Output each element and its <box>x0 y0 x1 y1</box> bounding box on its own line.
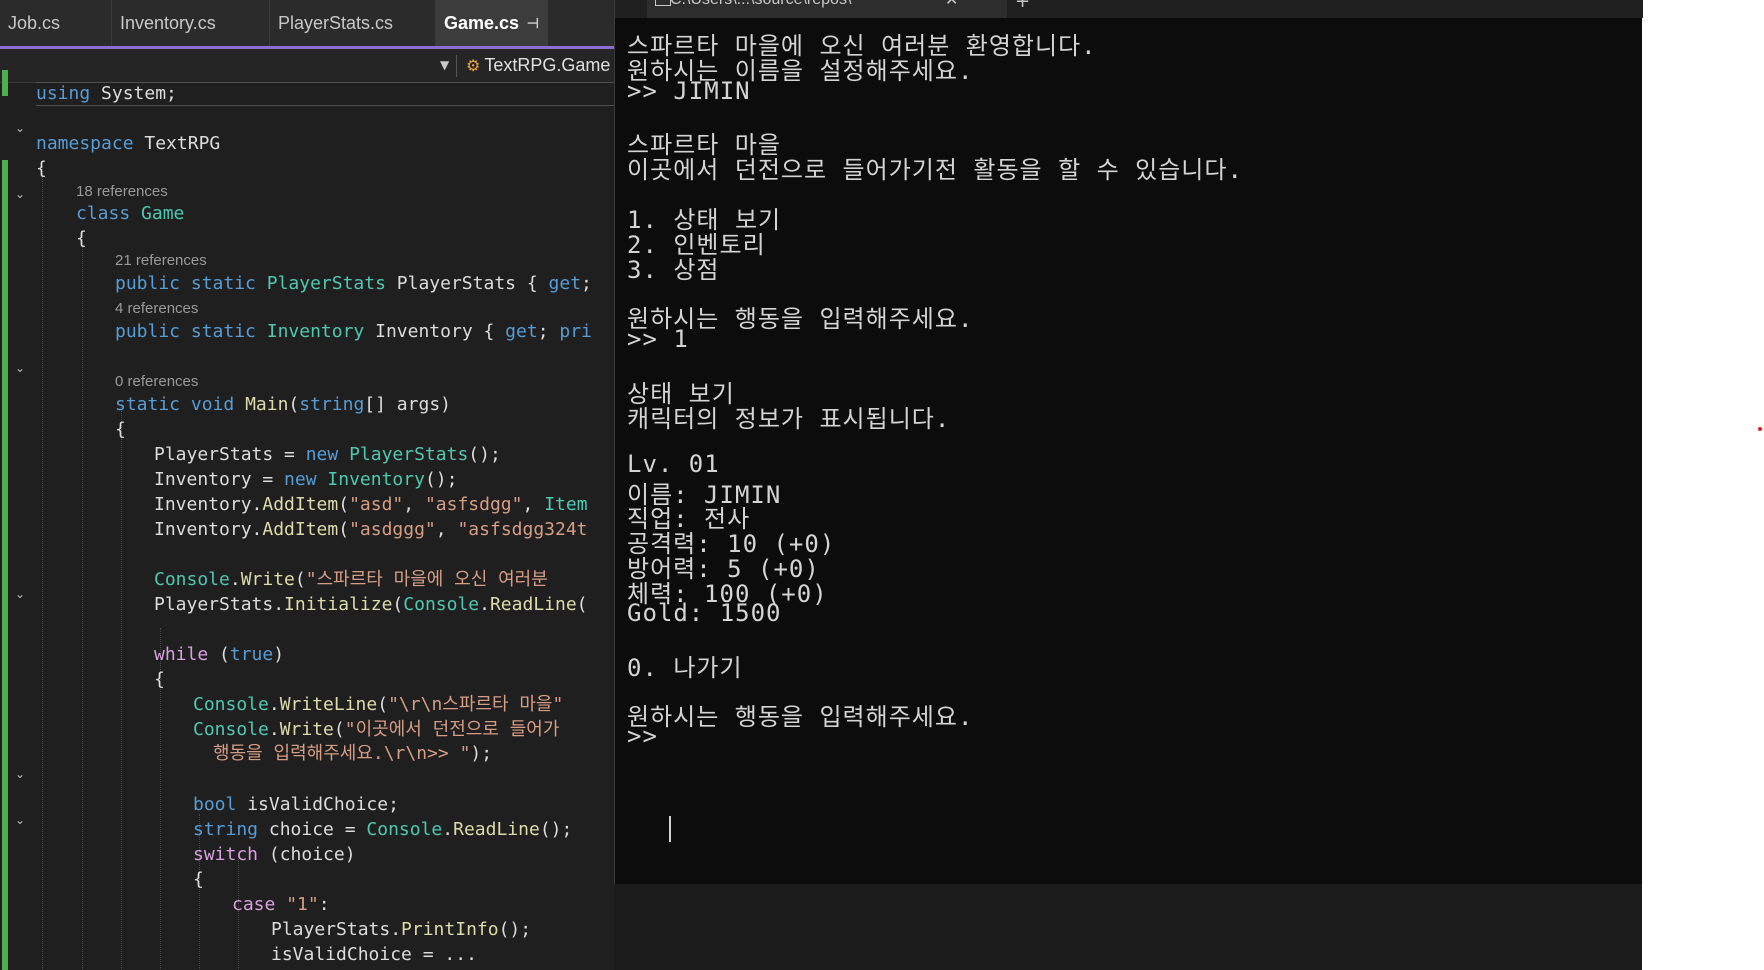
code-line[interactable]: class Game <box>76 202 184 226</box>
collapse-icon[interactable]: ⌄ <box>12 812 28 828</box>
chevron-down-icon[interactable]: ▼ <box>440 49 449 82</box>
console-line: Gold: 1500 <box>627 599 782 627</box>
desktop-background <box>614 884 1642 970</box>
code-line[interactable]: { <box>154 668 165 692</box>
code-line[interactable]: namespace TextRPG <box>36 132 220 156</box>
change-bar <box>2 864 8 970</box>
code-line[interactable]: { <box>36 157 47 181</box>
code-line[interactable]: switch (choice) <box>193 843 356 867</box>
console-line: 이곳에서 던전으로 들어가기전 활동을 할 수 있습니다. <box>627 156 1243 184</box>
text-cursor <box>669 816 671 842</box>
code-line[interactable]: isValidChoice = ... <box>271 943 477 967</box>
tab-label: Inventory.cs <box>120 13 216 33</box>
collapse-icon[interactable]: ⌄ <box>12 120 28 136</box>
console-line: 캐릭터의 정보가 표시됩니다. <box>627 405 951 433</box>
console-line: >> JIMIN <box>627 77 751 105</box>
code-line[interactable]: bool isValidChoice; <box>193 793 399 817</box>
tab-label: Game.cs <box>444 13 520 33</box>
code-editor[interactable]: Job.cs Inventory.cs PlayerStats.cs Game.… <box>0 0 614 970</box>
code-line[interactable]: PlayerStats = new PlayerStats(); <box>154 443 501 467</box>
indent-guide <box>82 230 83 970</box>
code-line[interactable]: Inventory.AddItem("asd", "asfsdgg", Item <box>154 493 588 517</box>
code-line[interactable]: Console.Write("스파르타 마을에 오신 여러분 <box>154 568 548 592</box>
tab-label: Job.cs <box>8 13 61 33</box>
code-line[interactable]: using System; <box>36 82 177 106</box>
class-navigation-dropdown[interactable]: ⚙ TextRPG.Game <box>466 49 610 83</box>
console-line: >> 1 <box>627 325 689 353</box>
tab-game[interactable]: Game.cs ⊣ <box>436 0 548 46</box>
collapse-icon[interactable]: ⌄ <box>12 360 28 376</box>
code-line[interactable]: PlayerStats.PrintInfo(); <box>271 918 531 942</box>
codelens-references[interactable]: 18 references <box>76 183 168 201</box>
close-icon[interactable]: ✕ <box>945 0 958 9</box>
codelens-references[interactable]: 0 references <box>115 373 198 391</box>
tab-job[interactable]: Job.cs <box>0 0 112 46</box>
tab-inventory[interactable]: Inventory.cs <box>112 0 270 46</box>
console-line: 0. 나가기 <box>627 654 743 682</box>
collapse-icon[interactable]: ⌄ <box>12 586 28 602</box>
code-line[interactable]: { <box>193 868 204 892</box>
collapse-icon[interactable]: ⌄ <box>12 766 28 782</box>
code-line[interactable]: public static Inventory Inventory { get;… <box>115 320 592 344</box>
nav-class-label: TextRPG.Game <box>484 55 611 75</box>
code-line[interactable]: Inventory = new Inventory(); <box>154 468 457 492</box>
code-line[interactable]: string choice = Console.ReadLine(); <box>193 818 572 842</box>
terminal-icon <box>655 0 671 6</box>
change-bar <box>2 70 8 96</box>
console-line: 원하시는 행동을 입력해주세요. <box>627 703 974 731</box>
code-line[interactable]: public static PlayerStats PlayerStats { … <box>115 272 592 296</box>
code-line[interactable]: case "1": <box>232 893 330 917</box>
class-icon: ⚙ <box>466 58 481 75</box>
code-line[interactable]: while (true) <box>154 643 284 667</box>
code-line[interactable]: { <box>115 418 126 442</box>
console-window[interactable]: C:\Users\...\source\repos\ ✕ + 스파르타 마을에 … <box>614 0 1643 884</box>
indent-guide <box>42 166 43 970</box>
codelens-references[interactable]: 21 references <box>115 252 207 270</box>
console-tab-title: C:\Users\...\source\repos\ <box>670 0 930 9</box>
code-line[interactable]: Console.WriteLine("\r\n스파르타 마을" <box>193 693 563 717</box>
code-line[interactable]: { <box>76 227 87 251</box>
editor-tab-bar: Job.cs Inventory.cs PlayerStats.cs Game.… <box>0 0 614 49</box>
code-line[interactable]: Inventory.AddItem("asdggg", "asfsdgg324t <box>154 518 588 542</box>
console-line: Lv. 01 <box>627 450 720 478</box>
code-line[interactable]: 행동을 입력해주세요.\r\n>> "); <box>213 742 492 766</box>
divider <box>456 55 457 77</box>
new-tab-plus-icon[interactable]: + <box>1015 0 1030 12</box>
pin-icon[interactable]: ⊣ <box>527 0 539 46</box>
code-line[interactable]: static void Main(string[] args) <box>115 393 451 417</box>
indent-guide <box>121 404 122 970</box>
navigation-bar: ▼ ⚙ TextRPG.Game <box>0 49 614 83</box>
console-line: 3. 상점 <box>627 256 720 284</box>
change-bar <box>2 160 8 864</box>
code-line[interactable]: PlayerStats.Initialize(Console.ReadLine( <box>154 593 588 617</box>
codelens-references[interactable]: 4 references <box>115 300 198 318</box>
tab-label: PlayerStats.cs <box>278 13 394 33</box>
red-dot-marker <box>1758 427 1762 431</box>
code-line[interactable]: Console.Write("이곳에서 던전으로 들어가 <box>193 718 559 742</box>
collapse-icon[interactable]: ⌄ <box>12 186 28 202</box>
console-prompt[interactable]: >> <box>627 722 673 750</box>
tab-playerstats[interactable]: PlayerStats.cs <box>270 0 436 46</box>
